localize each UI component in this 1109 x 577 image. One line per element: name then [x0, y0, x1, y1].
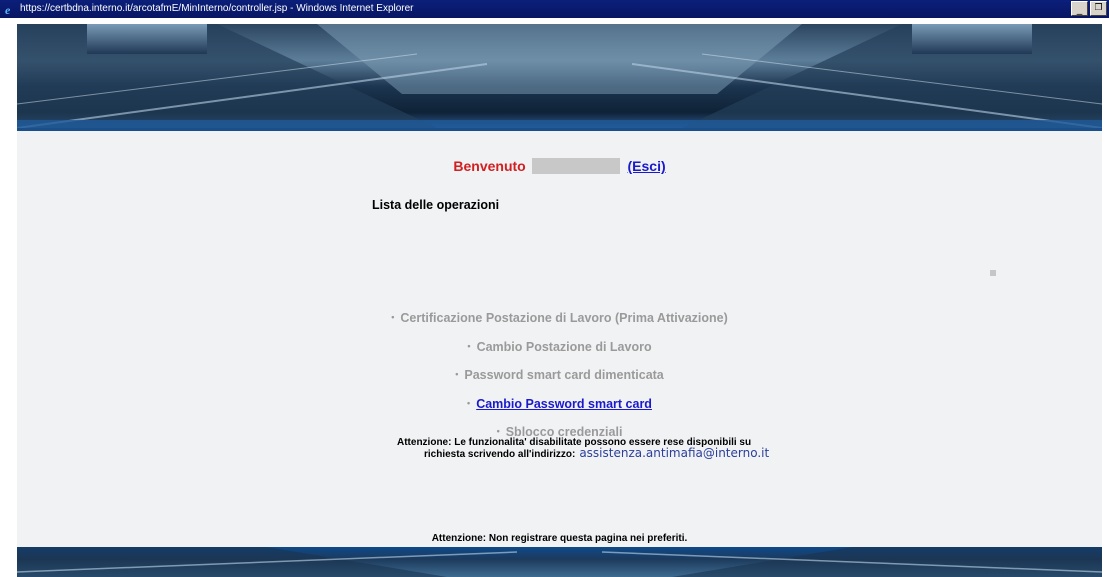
notice-line-2: richiesta scrivendo all'indirizzo:: [424, 449, 576, 460]
bullet-icon: •: [467, 398, 471, 408]
operation-item-cambio-postazione: • Cambio Postazione di Lavoro: [17, 340, 1102, 354]
window-title: https://certbdna.interno.it/arcotafmE/Mi…: [20, 3, 414, 14]
page-content: Benvenuto (Esci) Lista delle operazioni …: [17, 128, 1102, 550]
minimize-button[interactable]: _: [1071, 1, 1088, 16]
window-titlebar: e https://certbdna.interno.it/arcotafmE/…: [0, 0, 1109, 18]
logout-link[interactable]: (Esci): [628, 158, 666, 174]
browser-viewport: Benvenuto (Esci) Lista delle operazioni …: [0, 18, 1109, 577]
header-banner-image: [17, 24, 1102, 128]
notice-line-2-wrap: richiesta scrivendo all'indirizzo: assist…: [397, 446, 797, 460]
operation-item-password-dimenticata: • Password smart card dimenticata: [17, 368, 1102, 382]
internet-explorer-icon: e: [3, 2, 17, 16]
bullet-icon: •: [467, 341, 471, 351]
disabled-features-notice: Attenzione: Le funzionalita' disabilitat…: [397, 437, 797, 460]
bullet-icon: •: [496, 426, 500, 436]
support-email: assistenza.antimafia@interno.it: [579, 446, 770, 460]
operation-label: Password smart card dimenticata: [464, 368, 664, 382]
bullet-icon: •: [391, 312, 395, 322]
welcome-label: Benvenuto: [453, 158, 526, 174]
restore-button[interactable]: ❐: [1090, 1, 1107, 16]
footer-banner-image: [17, 547, 1102, 577]
minimize-icon: _: [1076, 2, 1083, 15]
operation-item-cambio-password[interactable]: • Cambio Password smart card: [17, 397, 1102, 411]
operation-label: Cambio Postazione di Lavoro: [476, 340, 652, 354]
operation-item-certificazione: • Certificazione Postazione di Lavoro (Pr…: [17, 311, 1102, 325]
restore-icon: ❐: [1094, 3, 1103, 13]
bookmark-warning: Attenzione: Non registrare questa pagina…: [431, 533, 688, 544]
svg-text:e: e: [5, 3, 11, 16]
welcome-line: Benvenuto (Esci): [17, 158, 1102, 174]
cambio-password-link[interactable]: Cambio Password smart card: [476, 397, 652, 411]
redacted-username: [531, 158, 620, 174]
small-square-icon: [990, 270, 996, 276]
operation-label: Certificazione Postazione di Lavoro (Pri…: [400, 311, 728, 325]
bullet-icon: •: [455, 369, 459, 379]
section-title: Lista delle operazioni: [372, 198, 500, 212]
